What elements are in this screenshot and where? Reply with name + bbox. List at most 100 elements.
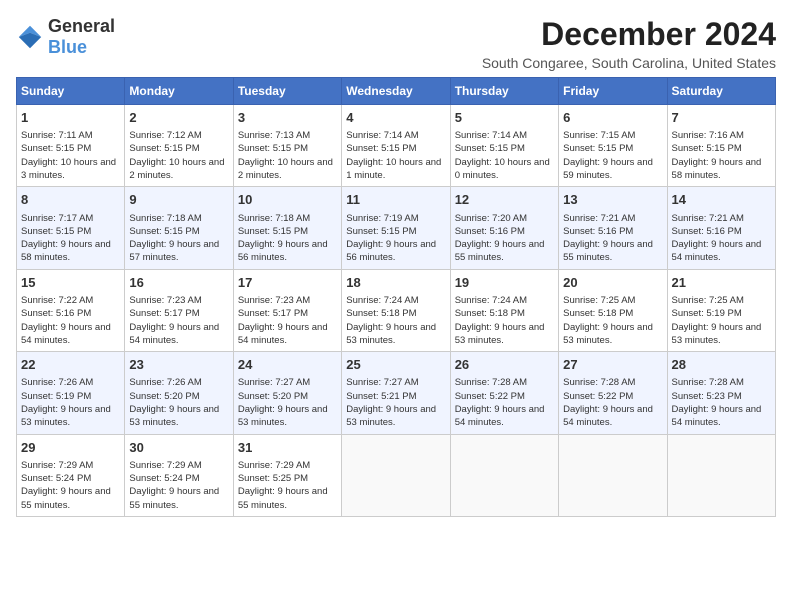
day-cell: 3 Sunrise: 7:13 AMSunset: 5:15 PMDayligh… (233, 105, 341, 187)
day-number: 18 (346, 274, 445, 292)
day-cell: 20 Sunrise: 7:25 AMSunset: 5:18 PMDaylig… (559, 269, 667, 351)
day-info: Sunrise: 7:21 AMSunset: 5:16 PMDaylight:… (672, 212, 771, 265)
week-row-4: 22 Sunrise: 7:26 AMSunset: 5:19 PMDaylig… (17, 352, 776, 434)
day-info: Sunrise: 7:27 AMSunset: 5:21 PMDaylight:… (346, 376, 445, 429)
day-number: 3 (238, 109, 337, 127)
day-info: Sunrise: 7:16 AMSunset: 5:15 PMDaylight:… (672, 129, 771, 182)
day-number: 13 (563, 191, 662, 209)
day-cell: 28 Sunrise: 7:28 AMSunset: 5:23 PMDaylig… (667, 352, 775, 434)
day-cell: 19 Sunrise: 7:24 AMSunset: 5:18 PMDaylig… (450, 269, 558, 351)
day-number: 8 (21, 191, 120, 209)
day-info: Sunrise: 7:25 AMSunset: 5:19 PMDaylight:… (672, 294, 771, 347)
day-cell: 26 Sunrise: 7:28 AMSunset: 5:22 PMDaylig… (450, 352, 558, 434)
calendar-table: SundayMondayTuesdayWednesdayThursdayFrid… (16, 77, 776, 517)
day-number: 2 (129, 109, 228, 127)
col-header-friday: Friday (559, 78, 667, 105)
week-row-3: 15 Sunrise: 7:22 AMSunset: 5:16 PMDaylig… (17, 269, 776, 351)
day-info: Sunrise: 7:28 AMSunset: 5:22 PMDaylight:… (455, 376, 554, 429)
month-title: December 2024 (482, 16, 776, 53)
day-cell: 14 Sunrise: 7:21 AMSunset: 5:16 PMDaylig… (667, 187, 775, 269)
day-number: 17 (238, 274, 337, 292)
day-cell: 10 Sunrise: 7:18 AMSunset: 5:15 PMDaylig… (233, 187, 341, 269)
day-info: Sunrise: 7:11 AMSunset: 5:15 PMDaylight:… (21, 129, 120, 182)
day-number: 1 (21, 109, 120, 127)
col-header-saturday: Saturday (667, 78, 775, 105)
day-cell (342, 434, 450, 516)
day-info: Sunrise: 7:29 AMSunset: 5:24 PMDaylight:… (129, 459, 228, 512)
day-number: 15 (21, 274, 120, 292)
day-cell (559, 434, 667, 516)
col-header-thursday: Thursday (450, 78, 558, 105)
day-number: 10 (238, 191, 337, 209)
day-cell: 22 Sunrise: 7:26 AMSunset: 5:19 PMDaylig… (17, 352, 125, 434)
day-cell: 21 Sunrise: 7:25 AMSunset: 5:19 PMDaylig… (667, 269, 775, 351)
logo-general: General (48, 16, 115, 36)
day-info: Sunrise: 7:23 AMSunset: 5:17 PMDaylight:… (129, 294, 228, 347)
day-number: 25 (346, 356, 445, 374)
day-number: 21 (672, 274, 771, 292)
day-info: Sunrise: 7:19 AMSunset: 5:15 PMDaylight:… (346, 212, 445, 265)
day-cell: 7 Sunrise: 7:16 AMSunset: 5:15 PMDayligh… (667, 105, 775, 187)
day-cell: 17 Sunrise: 7:23 AMSunset: 5:17 PMDaylig… (233, 269, 341, 351)
day-info: Sunrise: 7:26 AMSunset: 5:20 PMDaylight:… (129, 376, 228, 429)
week-row-5: 29 Sunrise: 7:29 AMSunset: 5:24 PMDaylig… (17, 434, 776, 516)
day-cell: 12 Sunrise: 7:20 AMSunset: 5:16 PMDaylig… (450, 187, 558, 269)
day-cell: 9 Sunrise: 7:18 AMSunset: 5:15 PMDayligh… (125, 187, 233, 269)
day-cell: 5 Sunrise: 7:14 AMSunset: 5:15 PMDayligh… (450, 105, 558, 187)
day-number: 16 (129, 274, 228, 292)
day-info: Sunrise: 7:28 AMSunset: 5:22 PMDaylight:… (563, 376, 662, 429)
day-number: 31 (238, 439, 337, 457)
day-number: 24 (238, 356, 337, 374)
day-info: Sunrise: 7:12 AMSunset: 5:15 PMDaylight:… (129, 129, 228, 182)
day-info: Sunrise: 7:14 AMSunset: 5:15 PMDaylight:… (455, 129, 554, 182)
day-info: Sunrise: 7:13 AMSunset: 5:15 PMDaylight:… (238, 129, 337, 182)
day-info: Sunrise: 7:24 AMSunset: 5:18 PMDaylight:… (455, 294, 554, 347)
col-header-tuesday: Tuesday (233, 78, 341, 105)
day-number: 12 (455, 191, 554, 209)
day-cell: 23 Sunrise: 7:26 AMSunset: 5:20 PMDaylig… (125, 352, 233, 434)
day-info: Sunrise: 7:18 AMSunset: 5:15 PMDaylight:… (238, 212, 337, 265)
day-cell: 30 Sunrise: 7:29 AMSunset: 5:24 PMDaylig… (125, 434, 233, 516)
day-cell: 29 Sunrise: 7:29 AMSunset: 5:24 PMDaylig… (17, 434, 125, 516)
day-number: 6 (563, 109, 662, 127)
title-area: December 2024 South Congaree, South Caro… (482, 16, 776, 71)
day-info: Sunrise: 7:23 AMSunset: 5:17 PMDaylight:… (238, 294, 337, 347)
day-cell: 13 Sunrise: 7:21 AMSunset: 5:16 PMDaylig… (559, 187, 667, 269)
day-info: Sunrise: 7:18 AMSunset: 5:15 PMDaylight:… (129, 212, 228, 265)
day-cell: 6 Sunrise: 7:15 AMSunset: 5:15 PMDayligh… (559, 105, 667, 187)
day-cell: 1 Sunrise: 7:11 AMSunset: 5:15 PMDayligh… (17, 105, 125, 187)
day-number: 7 (672, 109, 771, 127)
col-header-wednesday: Wednesday (342, 78, 450, 105)
day-number: 14 (672, 191, 771, 209)
day-number: 11 (346, 191, 445, 209)
day-number: 19 (455, 274, 554, 292)
day-number: 30 (129, 439, 228, 457)
day-cell (450, 434, 558, 516)
day-cell: 25 Sunrise: 7:27 AMSunset: 5:21 PMDaylig… (342, 352, 450, 434)
week-row-1: 1 Sunrise: 7:11 AMSunset: 5:15 PMDayligh… (17, 105, 776, 187)
day-info: Sunrise: 7:27 AMSunset: 5:20 PMDaylight:… (238, 376, 337, 429)
logo-icon (16, 23, 44, 51)
day-cell: 18 Sunrise: 7:24 AMSunset: 5:18 PMDaylig… (342, 269, 450, 351)
day-cell (667, 434, 775, 516)
logo-blue: Blue (48, 37, 87, 57)
day-info: Sunrise: 7:20 AMSunset: 5:16 PMDaylight:… (455, 212, 554, 265)
day-info: Sunrise: 7:15 AMSunset: 5:15 PMDaylight:… (563, 129, 662, 182)
day-cell: 31 Sunrise: 7:29 AMSunset: 5:25 PMDaylig… (233, 434, 341, 516)
day-info: Sunrise: 7:25 AMSunset: 5:18 PMDaylight:… (563, 294, 662, 347)
day-cell: 24 Sunrise: 7:27 AMSunset: 5:20 PMDaylig… (233, 352, 341, 434)
day-cell: 2 Sunrise: 7:12 AMSunset: 5:15 PMDayligh… (125, 105, 233, 187)
day-info: Sunrise: 7:17 AMSunset: 5:15 PMDaylight:… (21, 212, 120, 265)
day-info: Sunrise: 7:24 AMSunset: 5:18 PMDaylight:… (346, 294, 445, 347)
day-number: 9 (129, 191, 228, 209)
location-title: South Congaree, South Carolina, United S… (482, 55, 776, 71)
header-row: SundayMondayTuesdayWednesdayThursdayFrid… (17, 78, 776, 105)
day-cell: 27 Sunrise: 7:28 AMSunset: 5:22 PMDaylig… (559, 352, 667, 434)
day-cell: 11 Sunrise: 7:19 AMSunset: 5:15 PMDaylig… (342, 187, 450, 269)
day-cell: 8 Sunrise: 7:17 AMSunset: 5:15 PMDayligh… (17, 187, 125, 269)
day-number: 5 (455, 109, 554, 127)
day-number: 27 (563, 356, 662, 374)
week-row-2: 8 Sunrise: 7:17 AMSunset: 5:15 PMDayligh… (17, 187, 776, 269)
header: General Blue December 2024 South Congare… (16, 16, 776, 71)
day-cell: 15 Sunrise: 7:22 AMSunset: 5:16 PMDaylig… (17, 269, 125, 351)
